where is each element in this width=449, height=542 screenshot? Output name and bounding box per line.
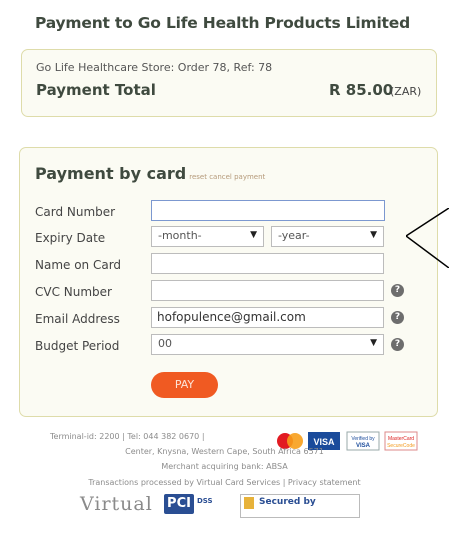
page-title: Payment to Go Life Health Products Limit… [35,14,410,32]
footer-line-4[interactable]: Transactions processed by Virtual Card S… [0,478,449,487]
card-panel-title-text: Payment by card [35,164,187,183]
expiry-year-value: -year- [278,229,310,242]
name-on-card-input[interactable] [151,253,384,274]
expiry-month-value: -month- [158,229,202,242]
cvc-help-icon[interactable]: ? [391,284,404,297]
budget-period-value: 00 [158,337,172,350]
card-number-label: Card Number [35,205,116,219]
card-payment-panel: Payment by card reset cancel payment Card… [19,147,438,417]
chevron-down-icon: ▼ [370,338,377,348]
order-line: Go Life Healthcare Store: Order 78, Ref:… [36,61,273,74]
budget-period-select[interactable]: 00 ▼ [151,334,384,355]
expiry-month-select[interactable]: -month- ▼ [151,226,264,247]
cvc-number-label: CVC Number [35,285,112,299]
visa-text: VISA [313,437,335,447]
footer-line-3: Merchant acquiring bank: ABSA [161,462,288,471]
chevron-down-icon: ▼ [250,230,257,240]
svg-text:MasterCard: MasterCard [388,436,414,442]
reset-cancel-links[interactable]: reset cancel payment [189,173,265,181]
email-help-icon[interactable]: ? [391,311,404,324]
email-address-label: Email Address [35,312,120,326]
budget-help-icon[interactable]: ? [391,338,404,351]
chevron-down-icon: ▼ [370,230,377,240]
virtual-card-services-logo: Virtual [80,493,153,515]
payment-total-label: Payment Total [36,81,156,99]
payment-amount: R 85.00 [329,81,394,99]
padlock-icon [244,497,254,509]
card-number-input[interactable] [151,200,385,221]
cvc-number-input[interactable] [151,280,384,301]
svg-text:Verified by: Verified by [351,436,375,442]
expiry-year-select[interactable]: -year- ▼ [271,226,384,247]
expiry-date-label: Expiry Date [35,231,106,245]
name-on-card-label: Name on Card [35,258,122,272]
pay-button[interactable]: PAY [151,372,218,398]
secured-by-badge: Secured by [240,494,360,518]
mouse-pointer-icon [406,208,449,268]
budget-period-label: Budget Period [35,339,120,353]
order-summary-panel: Go Life Healthcare Store: Order 78, Ref:… [21,49,437,117]
card-panel-title: Payment by card reset cancel payment [35,164,265,183]
pci-logo: PCI [164,494,194,514]
footer-line-1: Terminal-id: 2200 | Tel: 044 382 0670 | [50,432,205,441]
currency-code: (ZAR) [390,85,422,98]
secured-by-text: Secured by [259,497,316,507]
footer-line-2: Center, Knysna, Western Cape, South Afri… [125,447,324,456]
footer-logos: Virtual PCI DSS Secured by [80,491,380,519]
email-address-input[interactable]: hofopulence@gmail.com [151,307,384,328]
dss-label: DSS [197,497,213,505]
